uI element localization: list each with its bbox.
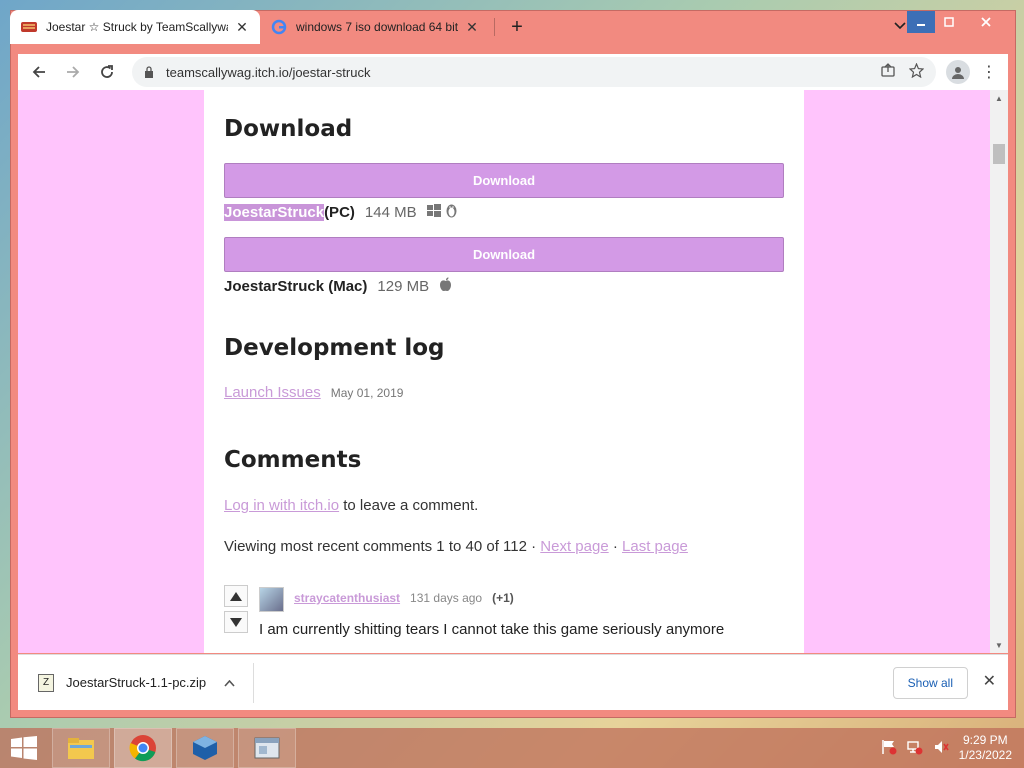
close-window-button[interactable] <box>963 11 1009 33</box>
tab-close-icon[interactable]: ✕ <box>234 19 250 36</box>
bookmark-star-icon[interactable] <box>908 62 925 81</box>
close-icon <box>981 17 991 27</box>
back-button[interactable] <box>24 57 54 87</box>
lock-icon <box>144 66 156 78</box>
login-link[interactable]: Log in with itch.io <box>224 497 339 514</box>
login-prompt: Log in with itch.io to leave a comment. <box>224 497 478 514</box>
url-text: teamscallywag.itch.io/joestar-struck <box>166 64 371 80</box>
downvote-button[interactable] <box>224 611 248 633</box>
scroll-down-icon[interactable]: ▼ <box>990 637 1008 653</box>
start-button[interactable] <box>0 728 48 768</box>
devlog-heading: Development log <box>224 335 445 361</box>
google-favicon-icon <box>270 19 288 35</box>
virtualbox-icon <box>193 736 217 760</box>
clock-date: 1/23/2022 <box>958 748 1012 762</box>
windows-logo-icon <box>11 736 37 760</box>
windows-icon <box>426 203 441 221</box>
page-content: Download Download JoestarStruck (PC) 144… <box>204 90 804 653</box>
devlog-entry: Launch Issues May 01, 2019 <box>224 384 403 401</box>
upvote-button[interactable] <box>224 585 248 607</box>
chevron-down-icon <box>894 22 906 30</box>
comments-heading: Comments <box>224 447 362 473</box>
plus-icon: + <box>511 15 523 38</box>
download-item[interactable]: Z JoestarStruck-1.1-pc.zip <box>18 662 254 703</box>
tab-separator <box>494 18 495 36</box>
page-scrollbar[interactable]: ▲ ▼ <box>990 90 1008 653</box>
vote-controls <box>224 585 248 637</box>
taskbar-chrome[interactable] <box>114 728 172 768</box>
action-center-flag-icon[interactable] <box>881 739 897 758</box>
login-suffix: to leave a comment. <box>343 497 479 514</box>
taskbar-virtualbox[interactable] <box>176 728 234 768</box>
tab-title: windows 7 iso download 64 bit - <box>296 20 458 34</box>
file-size: 129 MB <box>377 277 430 295</box>
address-bar[interactable]: teamscallywag.itch.io/joestar-struck <box>132 57 936 87</box>
scroll-thumb[interactable] <box>993 144 1005 164</box>
devlog-link[interactable]: Launch Issues <box>224 384 321 401</box>
file-row-mac: JoestarStruck (Mac) 129 MB <box>224 277 452 295</box>
next-page-link[interactable]: Next page <box>540 538 608 555</box>
tab-close-icon[interactable]: ✕ <box>464 19 480 36</box>
taskbar-file-explorer[interactable] <box>52 728 110 768</box>
new-tab-button[interactable]: + <box>503 13 531 41</box>
arrow-left-icon <box>32 66 45 78</box>
comments-pagination: Viewing most recent comments 1 to 40 of … <box>224 538 688 555</box>
viewing-text: Viewing most recent comments 1 to 40 of … <box>224 538 537 555</box>
taskbar-app-window[interactable] <box>238 728 296 768</box>
tab-strip: Joestar ☆ Struck by TeamScallywag ✕ wind… <box>10 8 964 44</box>
comment-avatar[interactable] <box>259 587 284 612</box>
system-tray: 9:29 PM 1/23/2022 <box>881 733 1024 763</box>
page-viewport: Download Download JoestarStruck (PC) 144… <box>18 90 990 653</box>
tab-search-button[interactable] <box>894 18 906 33</box>
show-all-button[interactable]: Show all <box>892 667 968 699</box>
download-shelf: Z JoestarStruck-1.1-pc.zip Show all ✕ <box>18 654 1008 710</box>
pagination-separator: · <box>612 538 618 555</box>
reload-button[interactable] <box>92 57 122 87</box>
chrome-icon <box>129 735 156 762</box>
download-heading: Download <box>224 116 353 142</box>
browser-toolbar: teamscallywag.itch.io/joestar-struck ⋮ <box>18 54 1008 90</box>
tab-google-search[interactable]: windows 7 iso download 64 bit - ✕ <box>260 10 490 44</box>
share-icon[interactable] <box>881 63 895 81</box>
scroll-up-icon[interactable]: ▲ <box>990 90 1008 106</box>
network-icon[interactable] <box>906 739 923 758</box>
comment-user-link[interactable]: straycatenthusiast <box>294 591 400 605</box>
menu-kebab-icon[interactable]: ⋮ <box>980 62 998 82</box>
comment-body: I am currently shitting tears I cannot t… <box>259 621 725 638</box>
download-file-name: JoestarStruck-1.1-pc.zip <box>66 675 207 690</box>
tab-joestar-struck[interactable]: Joestar ☆ Struck by TeamScallywag ✕ <box>10 10 260 44</box>
download-button-pc[interactable]: Download <box>224 163 784 198</box>
download-button-mac[interactable]: Download <box>224 237 784 272</box>
forward-button[interactable] <box>58 57 88 87</box>
itchio-game-favicon-icon <box>20 19 38 35</box>
triangle-down-icon <box>230 617 242 627</box>
clock[interactable]: 9:29 PM 1/23/2022 <box>959 733 1012 763</box>
devlog-date: May 01, 2019 <box>330 386 404 400</box>
file-size: 144 MB <box>364 203 417 221</box>
comment-meta: straycatenthusiast 131 days ago (+1) <box>294 591 514 605</box>
clock-time: 9:29 PM <box>962 733 1008 747</box>
triangle-up-icon <box>230 591 242 601</box>
chevron-up-icon[interactable] <box>224 676 235 690</box>
comment-time: 131 days ago <box>410 591 483 605</box>
apple-icon <box>439 277 452 295</box>
close-shelf-icon[interactable]: ✕ <box>983 671 996 691</box>
file-name: JoestarStruck (Mac) <box>224 277 368 295</box>
arrow-right-icon <box>67 66 80 78</box>
taskbar: 9:29 PM 1/23/2022 <box>0 728 1024 768</box>
profile-avatar-icon[interactable] <box>946 60 970 84</box>
volume-muted-icon[interactable] <box>933 739 949 758</box>
comment-votes: (+1) <box>492 591 514 605</box>
tab-title: Joestar ☆ Struck by TeamScallywag <box>46 20 228 34</box>
linux-icon <box>445 203 458 221</box>
file-name: JoestarStruck <box>224 203 325 221</box>
last-page-link[interactable]: Last page <box>622 538 688 555</box>
zip-file-icon: Z <box>38 673 54 692</box>
folder-icon <box>68 738 94 759</box>
file-platform: (PC) <box>324 203 355 221</box>
file-row-pc: JoestarStruck (PC) 144 MB <box>224 203 458 221</box>
window-app-icon <box>254 737 280 759</box>
reload-icon <box>101 65 113 78</box>
